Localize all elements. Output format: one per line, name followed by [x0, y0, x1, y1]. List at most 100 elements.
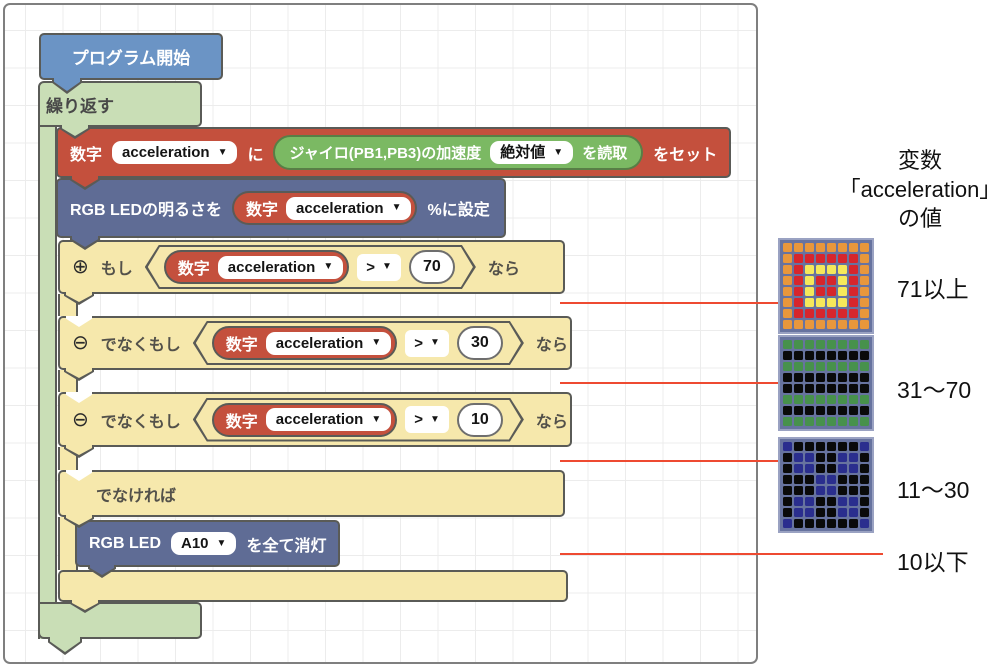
variable-dropdown[interactable]: acceleration ▼ [266, 408, 391, 431]
led-cell [838, 320, 847, 329]
elseif-block-header[interactable]: ⊖ でなくもし 数字 acceleration ▼ > ▼ 10 なら [58, 392, 572, 447]
expand-icon[interactable]: ⊕ [72, 257, 89, 277]
condition-slot[interactable]: 数字 acceleration ▼ > ▼ 10 [193, 398, 524, 442]
led-cell [827, 497, 836, 506]
number-variable-pill[interactable]: 数字 acceleration ▼ [212, 326, 397, 360]
abs-dropdown[interactable]: 絶対値 ▼ [490, 141, 574, 164]
port-dropdown[interactable]: A10 ▼ [171, 532, 237, 555]
led-cell [860, 486, 869, 495]
if-suffix: なら [487, 261, 520, 278]
if-block-header[interactable]: ⊕ もし 数字 acceleration ▼ > ▼ 70 なら [58, 240, 565, 294]
variable-dropdown[interactable]: acceleration ▼ [112, 141, 238, 164]
led-cell [783, 395, 792, 404]
brightness-block[interactable]: RGB LEDの明るさを 数字 acceleration ▼ %に設定 [56, 178, 506, 238]
led-cell [849, 486, 858, 495]
number-input[interactable]: 10 [457, 403, 503, 437]
set-variable-block[interactable]: 数字 acceleration ▼ に ジャイロ(PB1,PB3)の加速度 絶対… [56, 127, 732, 178]
led-cell [805, 351, 814, 360]
led-cell [827, 362, 836, 371]
led-cell [816, 340, 825, 349]
collapse-icon[interactable]: ⊖ [72, 333, 89, 353]
led-cell [849, 243, 858, 252]
led-cell [783, 265, 792, 274]
led-cell [860, 298, 869, 307]
pill-num-label: 数字 [225, 337, 258, 354]
led-cell [838, 309, 847, 318]
abs-dropdown-value: 絶対値 [500, 144, 546, 161]
start-block[interactable]: プログラム開始 [39, 33, 223, 80]
led-cell [816, 362, 825, 371]
operator-value: > [414, 334, 424, 352]
led-cell [794, 475, 803, 484]
led-cell [783, 384, 792, 393]
set-num-label: 数字 [70, 146, 103, 164]
variable-dropdown-value: acceleration [275, 334, 364, 352]
led-cell [860, 340, 869, 349]
operator-dropdown[interactable]: > ▼ [405, 330, 449, 357]
led-cell [838, 464, 847, 473]
led-cell [805, 320, 814, 329]
number-variable-pill[interactable]: 数字 acceleration ▼ [232, 191, 418, 225]
else-block-header[interactable]: でなければ [58, 470, 565, 517]
led-cell [849, 417, 858, 426]
led-cell [794, 497, 803, 506]
led-cell [783, 320, 792, 329]
if-block-footer[interactable] [58, 570, 568, 602]
condition-slot[interactable]: 数字 acceleration ▼ > ▼ 30 [193, 321, 524, 365]
led-cell [860, 362, 869, 371]
variable-dropdown[interactable]: acceleration ▼ [266, 332, 391, 355]
led-cell [827, 373, 836, 382]
number-input[interactable]: 30 [457, 326, 503, 360]
connector-line [560, 382, 778, 384]
led-cell [860, 265, 869, 274]
led-cell [838, 519, 847, 528]
led-cell [860, 373, 869, 382]
variable-dropdown-value: acceleration [296, 199, 384, 217]
operator-dropdown[interactable]: > ▼ [405, 406, 449, 433]
led-off-suffix: を全て消灯 [246, 537, 327, 555]
led-cell [838, 475, 847, 484]
led-cell [838, 276, 847, 285]
led-cell [816, 276, 825, 285]
led-cell [805, 287, 814, 296]
variable-dropdown[interactable]: acceleration ▼ [286, 196, 412, 220]
led-off-block[interactable]: RGB LED A10 ▼ を全て消灯 [75, 520, 341, 567]
led-cell [849, 276, 858, 285]
led-cell [816, 453, 825, 462]
led-cell [827, 309, 836, 318]
number-input[interactable]: 70 [409, 250, 455, 284]
led-cell [816, 309, 825, 318]
screenshot-root: 繰り返す 数字 acceleration ▼ に ジャイロ(PB1,PB3)の加… [0, 0, 1000, 669]
repeat-block-spine[interactable] [38, 100, 57, 639]
led-cell [860, 497, 869, 506]
led-cell [816, 508, 825, 517]
gyro-label: ジャイロ(PB1,PB3)の加速度 [289, 145, 482, 162]
led-cell [849, 254, 858, 263]
collapse-icon[interactable]: ⊖ [72, 410, 89, 430]
repeat-block-footer[interactable] [38, 602, 202, 639]
led-cell [794, 351, 803, 360]
pill-num-label: 数字 [246, 202, 279, 219]
led-cell [838, 243, 847, 252]
led-cell [805, 298, 814, 307]
led-cell [860, 254, 869, 263]
start-label: プログラム開始 [71, 49, 191, 68]
led-cell [849, 265, 858, 274]
operator-dropdown[interactable]: > ▼ [357, 254, 401, 281]
led-cell [816, 519, 825, 528]
number-variable-pill[interactable]: 数字 acceleration ▼ [212, 403, 397, 437]
led-cell [816, 395, 825, 404]
gyro-read-block[interactable]: ジャイロ(PB1,PB3)の加速度 絶対値 ▼ を読取 [273, 135, 644, 170]
led-cell [860, 243, 869, 252]
led-cell [816, 320, 825, 329]
led-cell [794, 453, 803, 462]
number-variable-pill[interactable]: 数字 acceleration ▼ [164, 250, 349, 284]
led-cell [805, 464, 814, 473]
variable-dropdown[interactable]: acceleration ▼ [218, 256, 343, 279]
elseif-block-header[interactable]: ⊖ でなくもし 数字 acceleration ▼ > ▼ 30 なら [58, 316, 572, 370]
condition-slot[interactable]: 数字 acceleration ▼ > ▼ 70 [145, 245, 476, 289]
led-cell [794, 486, 803, 495]
elseif-keyword: でなくもし [100, 337, 181, 354]
led-cell [783, 276, 792, 285]
repeat-label: 繰り返す [46, 96, 114, 116]
